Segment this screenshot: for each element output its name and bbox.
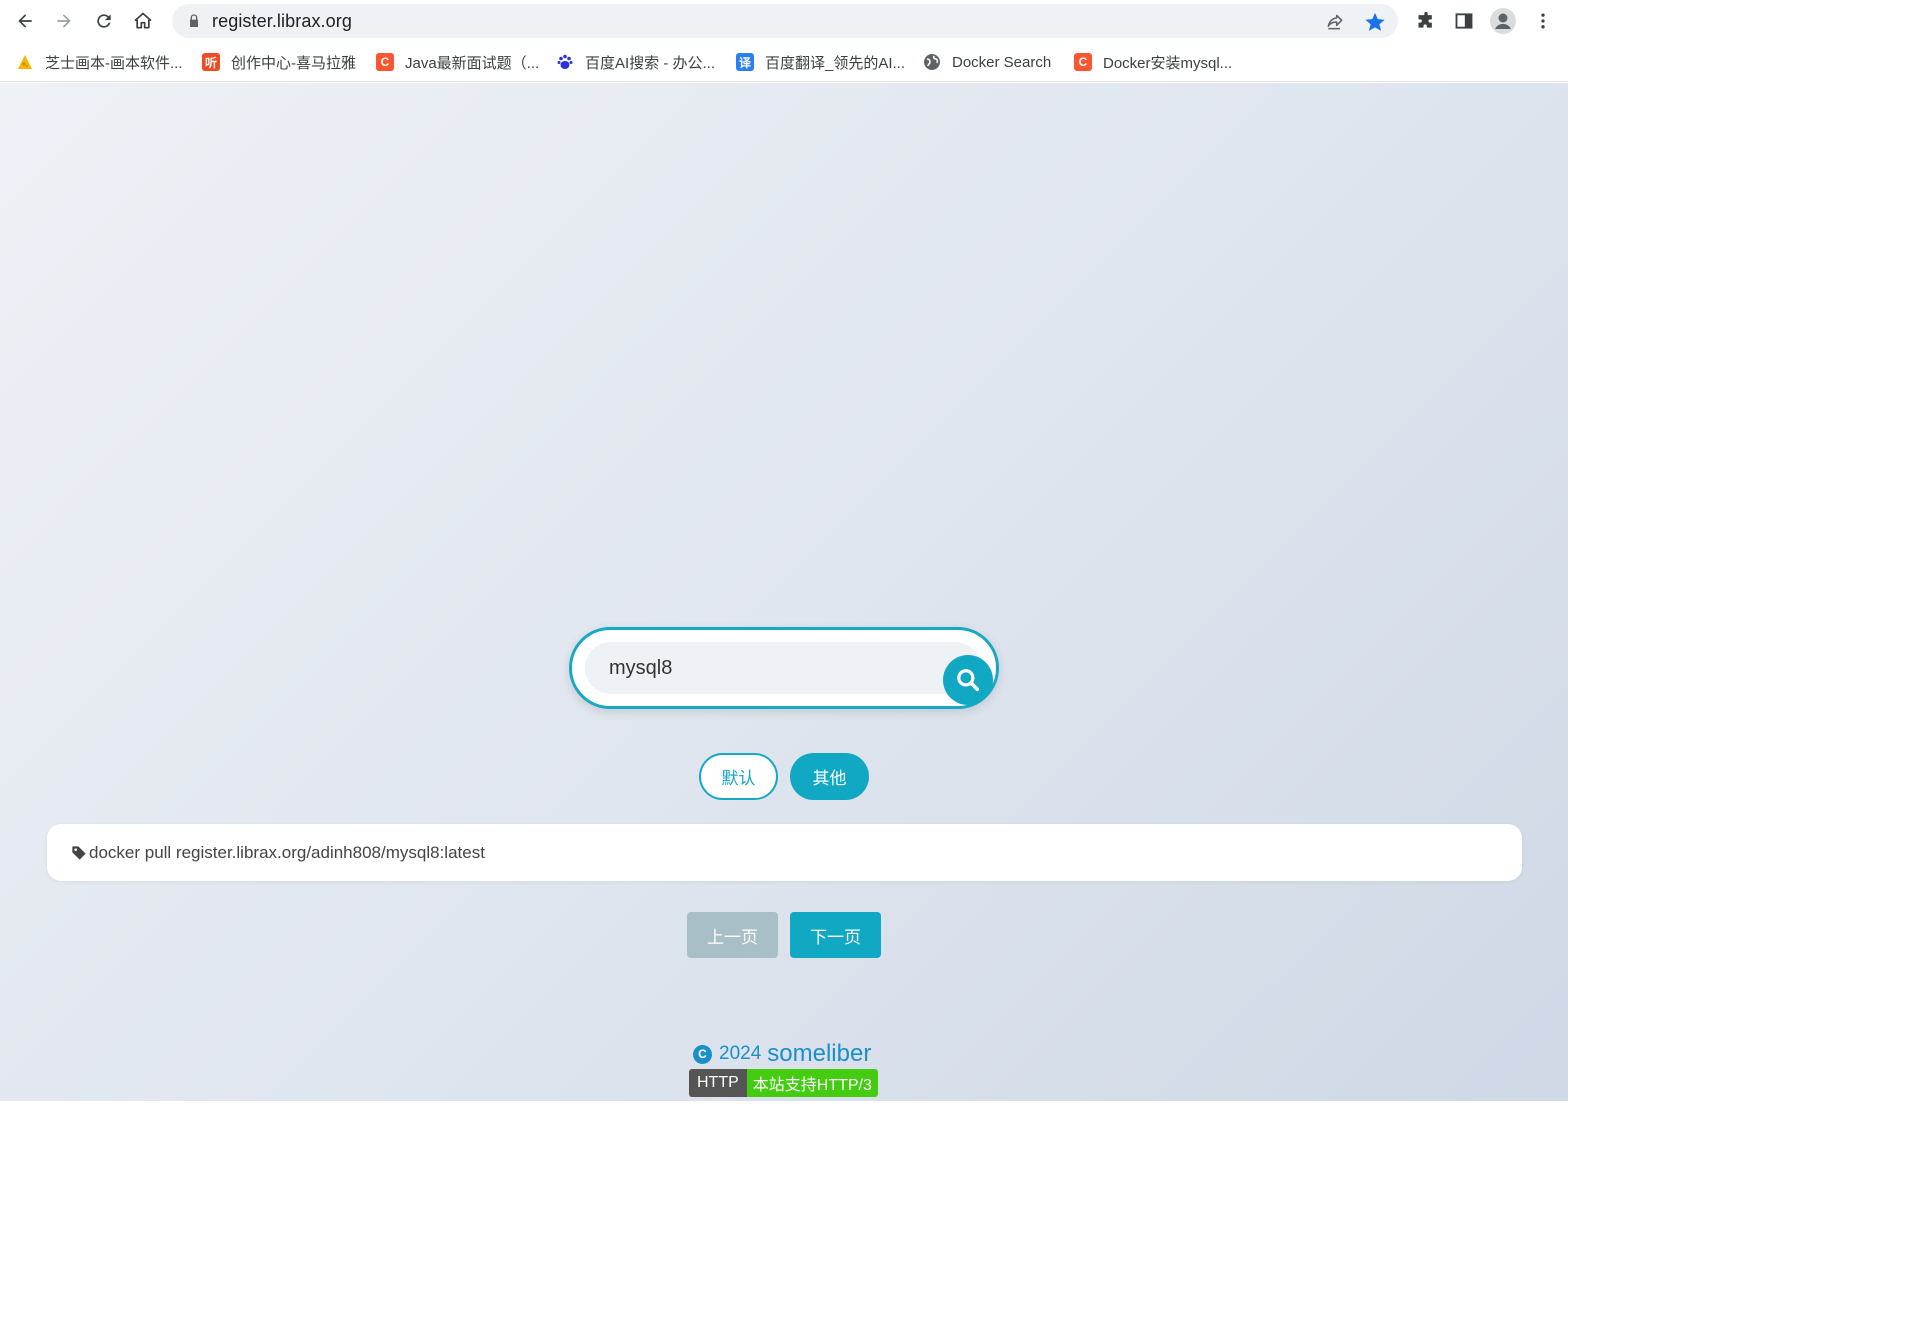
docker-pull-command: docker pull register.librax.org/adinh808… — [89, 842, 485, 862]
ximalaya-icon: 听 — [202, 53, 220, 71]
search-button[interactable] — [943, 655, 993, 705]
prev-page-button[interactable]: 上一页 — [687, 912, 778, 958]
arrow-left-icon — [18, 14, 32, 28]
bookmark-item[interactable]: 译 百度翻译_领先的AI... — [736, 50, 905, 74]
star-icon — [1365, 12, 1385, 31]
badge-label: HTTP — [689, 1069, 747, 1097]
csdn-icon: C — [1074, 53, 1092, 71]
arrow-right-icon — [57, 14, 71, 28]
menu-button[interactable] — [1530, 8, 1556, 34]
bookmark-label: 创作中心-喜马拉雅 — [231, 54, 356, 72]
back-button[interactable] — [10, 6, 40, 36]
bookmark-label: Docker安装mysql... — [1103, 54, 1233, 72]
forward-button[interactable] — [49, 6, 79, 36]
share-button[interactable] — [1324, 11, 1346, 33]
bookmark-label: 百度AI搜索 - 办公... — [585, 54, 716, 72]
cheese-icon — [16, 53, 34, 71]
baidu-translate-icon: 译 — [736, 53, 754, 71]
baidu-paw-icon — [556, 53, 574, 71]
result-item[interactable]: docker pull register.librax.org/adinh808… — [47, 824, 1522, 881]
puzzle-icon — [1418, 11, 1432, 28]
reload-icon — [97, 14, 111, 28]
search-box — [569, 627, 999, 709]
http3-badge: HTTP 本站支持HTTP/3 — [689, 1069, 878, 1097]
copyright-owner-link[interactable]: someliber — [767, 1040, 871, 1068]
home-icon — [134, 12, 152, 29]
copyright-year: 2024 — [719, 1043, 762, 1064]
bookmarks-bar: 芝士画本-画本软件... 听 创作中心-喜马拉雅 C Java最新面试题（...… — [0, 42, 1568, 82]
search-icon — [957, 669, 980, 692]
side-panel-icon — [1455, 13, 1473, 29]
bookmark-item[interactable]: 听 创作中心-喜马拉雅 — [202, 50, 356, 74]
bookmark-item[interactable]: C Docker安装mysql... — [1074, 50, 1232, 74]
bookmark-label: Java最新面试题（... — [405, 54, 540, 72]
tag-icon — [72, 845, 86, 860]
copyright: C 2024 someliber — [693, 1040, 871, 1068]
bookmark-star-button[interactable] — [1364, 11, 1386, 33]
default-source-button[interactable]: 默认 — [699, 753, 778, 800]
other-source-button[interactable]: 其他 — [790, 753, 869, 800]
browser-toolbar: register.librax.org — [0, 0, 1568, 42]
profile-button[interactable] — [1490, 8, 1516, 34]
bookmark-item[interactable]: Docker Search — [923, 50, 1051, 74]
bookmark-label: 百度翻译_领先的AI... — [765, 54, 906, 72]
search-input[interactable] — [609, 642, 909, 694]
home-button[interactable] — [128, 6, 158, 36]
more-vert-icon — [1541, 13, 1545, 29]
search-field-container — [585, 642, 993, 705]
bookmark-label: Docker Search — [952, 53, 1052, 71]
bookmark-label: 芝士画本-画本软件... — [45, 54, 183, 72]
page-content: 默认 其他 docker pull register.librax.org/ad… — [0, 83, 1568, 1101]
badge-value: 本站支持HTTP/3 — [746, 1069, 878, 1097]
extensions-button[interactable] — [1413, 8, 1439, 34]
bookmark-item[interactable]: 百度AI搜索 - 办公... — [556, 50, 715, 74]
lock-icon — [190, 14, 198, 27]
next-page-button[interactable]: 下一页 — [790, 912, 881, 958]
address-bar[interactable]: register.librax.org — [172, 4, 1398, 38]
share-icon — [1327, 14, 1343, 30]
globe-icon — [923, 53, 941, 71]
avatar-icon — [1490, 8, 1516, 34]
csdn-icon: C — [376, 53, 394, 71]
bookmark-item[interactable]: C Java最新面试题（... — [376, 50, 539, 74]
side-panel-button[interactable] — [1451, 8, 1477, 34]
url-text: register.librax.org — [212, 11, 352, 31]
bookmark-item[interactable]: 芝士画本-画本软件... — [16, 50, 183, 74]
reload-button[interactable] — [89, 6, 119, 36]
copyright-icon: C — [693, 1044, 712, 1064]
